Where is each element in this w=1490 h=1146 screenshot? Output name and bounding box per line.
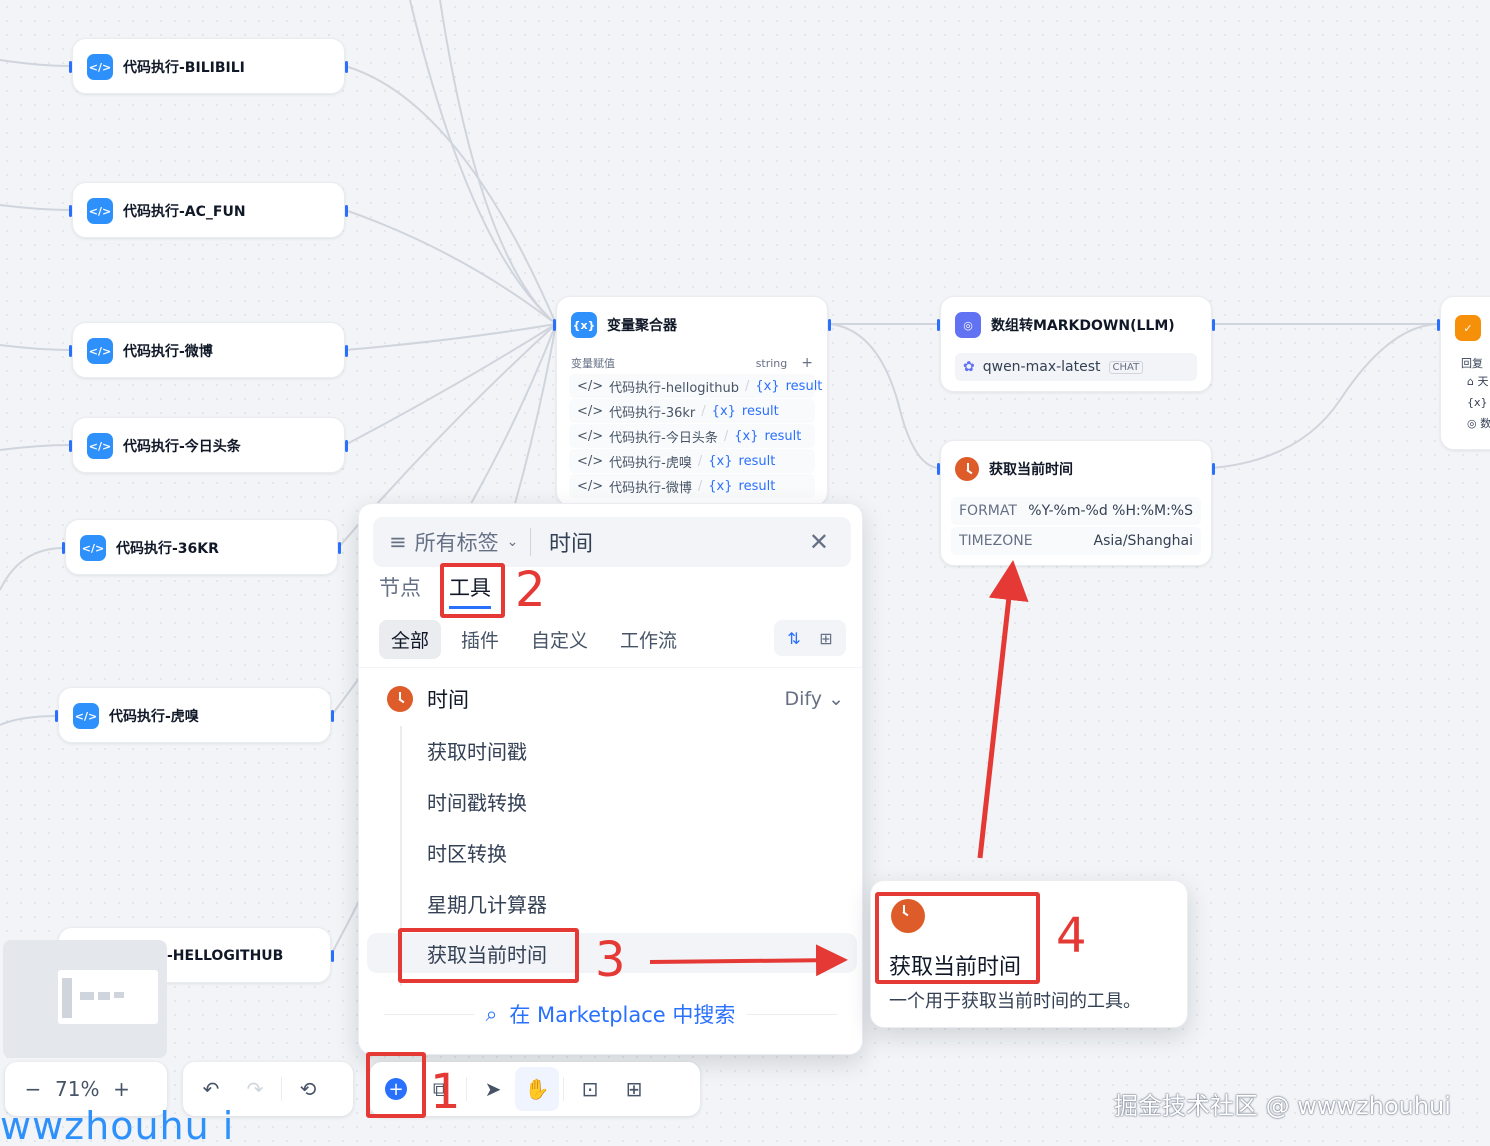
annotation-number: 4 [1056, 908, 1087, 964]
annotation-box [398, 928, 579, 983]
annotation-number: 2 [515, 562, 546, 618]
annotation-number: 1 [430, 1064, 461, 1120]
annotation-box [366, 1052, 426, 1118]
annotation-number: 3 [595, 932, 626, 988]
annotation-box [875, 892, 1040, 984]
watermark-left: wwzhouhu i [0, 1104, 235, 1146]
watermark-right: 掘金技术社区 @ wwwzhouhui [1114, 1092, 1451, 1120]
annotation-box [440, 563, 505, 618]
annotation-arrows [649, 560, 1029, 977]
